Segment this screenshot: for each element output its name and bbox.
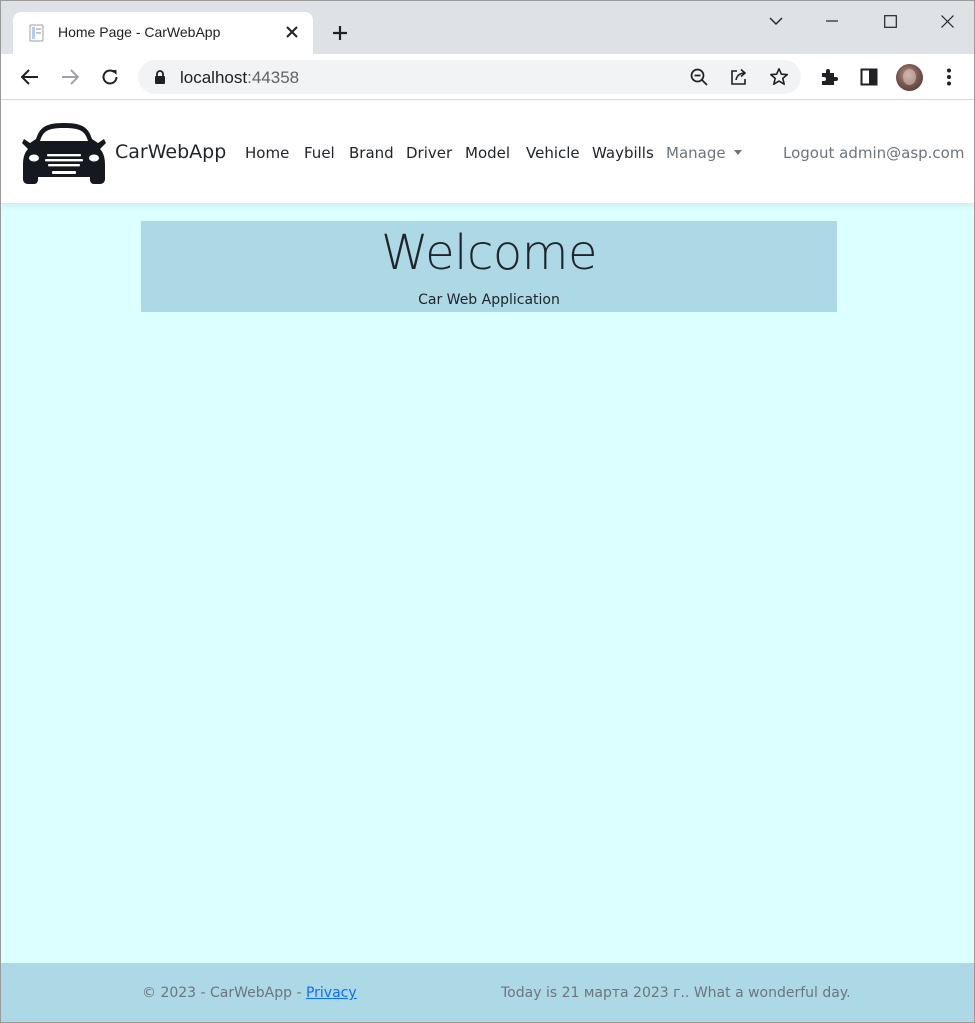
extensions-puzzle-icon[interactable]	[817, 65, 841, 89]
tab-search-chevron-icon[interactable]	[761, 9, 791, 33]
logout-link[interactable]: Logout admin@asp.com	[783, 144, 964, 162]
maximize-icon[interactable]	[875, 9, 905, 33]
page-favicon-icon	[29, 24, 45, 42]
forward-arrow-icon[interactable]	[58, 65, 82, 89]
nav-link-fuel[interactable]: Fuel	[304, 144, 335, 162]
site-footer: © 2023 - CarWebApp - Privacy Today is 21…	[1, 963, 974, 1022]
privacy-link[interactable]: Privacy	[306, 985, 357, 1001]
nav-link-model[interactable]: Model	[465, 144, 510, 162]
url-text: localhost:44358	[180, 68, 300, 87]
footer-date-message: Today is 21 марта 2023 г.. What a wonder…	[501, 985, 851, 1001]
new-tab-plus-icon[interactable]	[328, 21, 352, 45]
back-arrow-icon[interactable]	[18, 65, 42, 89]
nav-link-waybills[interactable]: Waybills	[592, 144, 654, 162]
footer-copyright: © 2023 - CarWebApp - Privacy	[142, 985, 357, 1001]
copyright-text: © 2023 - CarWebApp -	[142, 985, 306, 1001]
browser-toolbar: localhost:44358	[1, 54, 974, 100]
side-panel-icon[interactable]	[857, 65, 881, 89]
minimize-icon[interactable]	[817, 9, 847, 33]
share-icon[interactable]	[728, 66, 750, 88]
welcome-banner: Welcome Car Web Application	[141, 221, 837, 312]
manage-dropdown-label: Manage	[666, 144, 726, 162]
bookmark-star-icon[interactable]	[768, 66, 790, 88]
car-logo-icon[interactable]	[22, 121, 106, 185]
nav-link-home[interactable]: Home	[245, 144, 289, 162]
nav-link-driver[interactable]: Driver	[406, 144, 452, 162]
address-bar[interactable]: localhost:44358	[138, 60, 801, 94]
tab-title: Home Page - CarWebApp	[58, 24, 221, 40]
zoom-out-icon[interactable]	[688, 66, 710, 88]
profile-avatar[interactable]	[896, 64, 923, 91]
lock-icon[interactable]	[154, 70, 166, 84]
nav-link-vehicle[interactable]: Vehicle	[526, 144, 580, 162]
page-content: CarWebApp Home Fuel Brand Driver Model V…	[1, 101, 974, 1022]
close-window-icon[interactable]	[932, 9, 962, 33]
nav-link-brand[interactable]: Brand	[349, 144, 394, 162]
site-navbar: CarWebApp Home Fuel Brand Driver Model V…	[1, 101, 974, 204]
brand-name-link[interactable]: CarWebApp	[115, 141, 226, 163]
tab-strip: Home Page - CarWebApp	[1, 1, 974, 54]
caret-down-icon	[733, 149, 742, 155]
close-tab-icon[interactable]	[283, 23, 301, 41]
browser-window: Home Page - CarWebApp localhost:44358 Ca…	[0, 0, 975, 1023]
browser-tab[interactable]: Home Page - CarWebApp	[13, 12, 313, 54]
welcome-heading: Welcome	[380, 225, 598, 281]
more-menu-icon[interactable]	[937, 65, 961, 89]
manage-dropdown[interactable]: Manage	[666, 144, 742, 162]
welcome-subtitle: Car Web Application	[418, 292, 560, 308]
reload-icon[interactable]	[98, 65, 122, 89]
